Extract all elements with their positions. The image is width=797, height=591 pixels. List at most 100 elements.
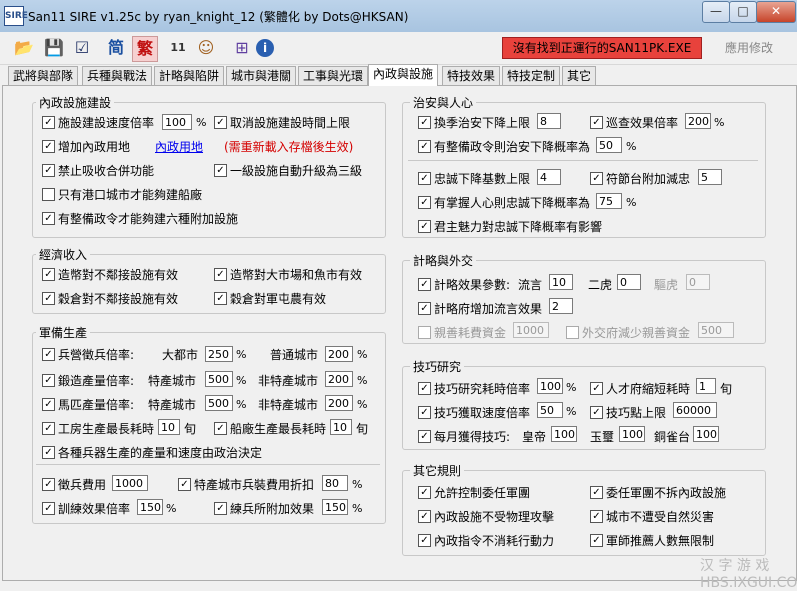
checkbox-train[interactable]: ✓ [42, 502, 55, 515]
label-politics: 各種兵器生產的產量和速度由政治決定 [58, 446, 263, 460]
checkbox-no-action[interactable]: ✓ [418, 534, 431, 547]
info-icon[interactable]: i [256, 39, 274, 57]
checkbox-auto-upgrade[interactable]: ✓ [214, 164, 227, 177]
tab-skill-effects[interactable]: 特技效果 [442, 66, 501, 86]
san11-icon[interactable]: 11 [166, 36, 190, 60]
input-build-speed[interactable]: 100 [162, 114, 192, 130]
simplified-button[interactable]: 简 [104, 36, 128, 60]
checkbox-no-disaster[interactable]: ✓ [590, 510, 603, 523]
input-cap[interactable]: 60000 [673, 402, 717, 418]
input-research[interactable]: 100 [537, 378, 563, 394]
checkbox-gain[interactable]: ✓ [418, 406, 431, 419]
checkbox-loyalty[interactable]: ✓ [418, 172, 431, 185]
land-link[interactable]: 內政用地 [155, 138, 203, 155]
input-train[interactable]: 150 [137, 499, 163, 515]
checkbox-grip[interactable]: ✓ [418, 196, 431, 209]
checkbox-decree-drop[interactable]: ✓ [418, 140, 431, 153]
apply-button[interactable]: 應用修改 [707, 37, 791, 59]
input-decree-drop[interactable]: 50 [596, 137, 622, 153]
checkbox-cap[interactable]: ✓ [590, 406, 603, 419]
checkbox-research[interactable]: ✓ [418, 382, 431, 395]
tab-domestic[interactable]: 內政與設施 [368, 64, 439, 86]
checkbox-strategy-effect[interactable]: ✓ [418, 278, 431, 291]
checkbox-mint-nonadjacent[interactable]: ✓ [42, 268, 55, 281]
input-barracks-big[interactable]: 250 [205, 346, 233, 362]
input-bronze[interactable]: 100 [693, 426, 719, 442]
checkbox-mint-market[interactable]: ✓ [214, 268, 227, 281]
input-loyalty[interactable]: 4 [537, 169, 561, 185]
open-folder-icon[interactable]: 📂 [12, 36, 36, 60]
checkbox-workshop[interactable]: ✓ [42, 422, 55, 435]
input-emperor[interactable]: 100 [551, 426, 577, 442]
input-gain[interactable]: 50 [537, 402, 563, 418]
checkbox-no-physical[interactable]: ✓ [418, 510, 431, 523]
input-grip[interactable]: 75 [596, 193, 622, 209]
input-season[interactable]: 8 [537, 113, 561, 129]
checkbox-draft-cost[interactable]: ✓ [42, 478, 55, 491]
tab-troops[interactable]: 兵種與戰法 [82, 66, 153, 86]
input-barracks-normal[interactable]: 200 [325, 346, 353, 362]
input-workshop[interactable]: 10 [158, 419, 180, 435]
checkbox-forbid-merge[interactable]: ✓ [42, 164, 55, 177]
checkbox-forge[interactable]: ✓ [42, 374, 55, 387]
label-big-city: 大都市 [162, 348, 199, 362]
checkbox-port-shipyard[interactable] [42, 188, 55, 201]
input-seal[interactable]: 100 [619, 426, 645, 442]
checkbox-build-speed[interactable]: ✓ [42, 116, 55, 129]
input-friendly-cost[interactable]: 1000 [513, 322, 549, 338]
input-special-discount[interactable]: 80 [322, 475, 348, 491]
traditional-button[interactable]: 繁 [132, 36, 158, 62]
checkbox-foreign-office[interactable] [566, 326, 579, 339]
tab-works[interactable]: 工事與光環 [298, 66, 369, 86]
checklist-icon[interactable]: ☑ [70, 36, 94, 60]
tab-skill-custom[interactable]: 特技定制 [502, 66, 561, 86]
tab-cities[interactable]: 城市與港關 [226, 66, 297, 86]
checkbox-cancel-limit[interactable]: ✓ [214, 116, 227, 129]
checkbox-festival[interactable]: ✓ [590, 172, 603, 185]
minimize-button[interactable]: — [702, 1, 730, 23]
checkbox-friendly-cost[interactable] [418, 326, 431, 339]
input-strategy-office[interactable]: 2 [549, 298, 573, 314]
checkbox-drill[interactable]: ✓ [214, 502, 227, 515]
input-festival[interactable]: 5 [698, 169, 722, 185]
input-dockyard[interactable]: 10 [330, 419, 352, 435]
character-face-icon[interactable]: ☺ [194, 36, 218, 60]
calculator-icon[interactable]: ⊞ [230, 36, 254, 60]
checkbox-six-facilities[interactable]: ✓ [42, 212, 55, 225]
input-forge-special[interactable]: 500 [205, 371, 233, 387]
input-two-tigers[interactable]: 0 [617, 274, 641, 290]
checkbox-season[interactable]: ✓ [418, 116, 431, 129]
tab-strategy[interactable]: 計略與陷阱 [154, 66, 225, 86]
checkbox-granary-nonadjacent[interactable]: ✓ [42, 292, 55, 305]
input-rumor[interactable]: 10 [549, 274, 573, 290]
tab-other[interactable]: 其它 [562, 66, 597, 86]
checkbox-dockyard[interactable]: ✓ [214, 422, 227, 435]
input-drill[interactable]: 150 [322, 499, 348, 515]
input-foreign-office[interactable]: 500 [698, 322, 734, 338]
checkbox-no-demolish[interactable]: ✓ [590, 486, 603, 499]
close-button[interactable]: ✕ [756, 1, 796, 23]
input-talent[interactable]: 1 [696, 378, 716, 394]
maximize-button[interactable]: □ [729, 1, 757, 23]
checkbox-barracks[interactable]: ✓ [42, 348, 55, 361]
input-forge-nonspecial[interactable]: 200 [325, 371, 353, 387]
checkbox-strategy-office[interactable]: ✓ [418, 302, 431, 315]
input-patrol[interactable]: 200 [685, 113, 711, 129]
checkbox-talent[interactable]: ✓ [590, 382, 603, 395]
save-icon[interactable]: 💾 [42, 36, 66, 60]
checkbox-patrol[interactable]: ✓ [590, 116, 603, 129]
checkbox-add-land[interactable]: ✓ [42, 140, 55, 153]
checkbox-granary-farm[interactable]: ✓ [214, 292, 227, 305]
tab-generals[interactable]: 武將與部隊 [8, 66, 79, 86]
checkbox-stable[interactable]: ✓ [42, 398, 55, 411]
checkbox-monthly[interactable]: ✓ [418, 430, 431, 443]
checkbox-charisma[interactable]: ✓ [418, 220, 431, 233]
checkbox-politics[interactable]: ✓ [42, 446, 55, 459]
input-draft-cost[interactable]: 1000 [112, 475, 148, 491]
checkbox-allow-delegate[interactable]: ✓ [418, 486, 431, 499]
input-drive-tiger[interactable]: 0 [686, 274, 710, 290]
input-stable-nonspecial[interactable]: 200 [325, 395, 353, 411]
input-stable-special[interactable]: 500 [205, 395, 233, 411]
checkbox-special-discount[interactable]: ✓ [178, 478, 191, 491]
checkbox-recommend[interactable]: ✓ [590, 534, 603, 547]
